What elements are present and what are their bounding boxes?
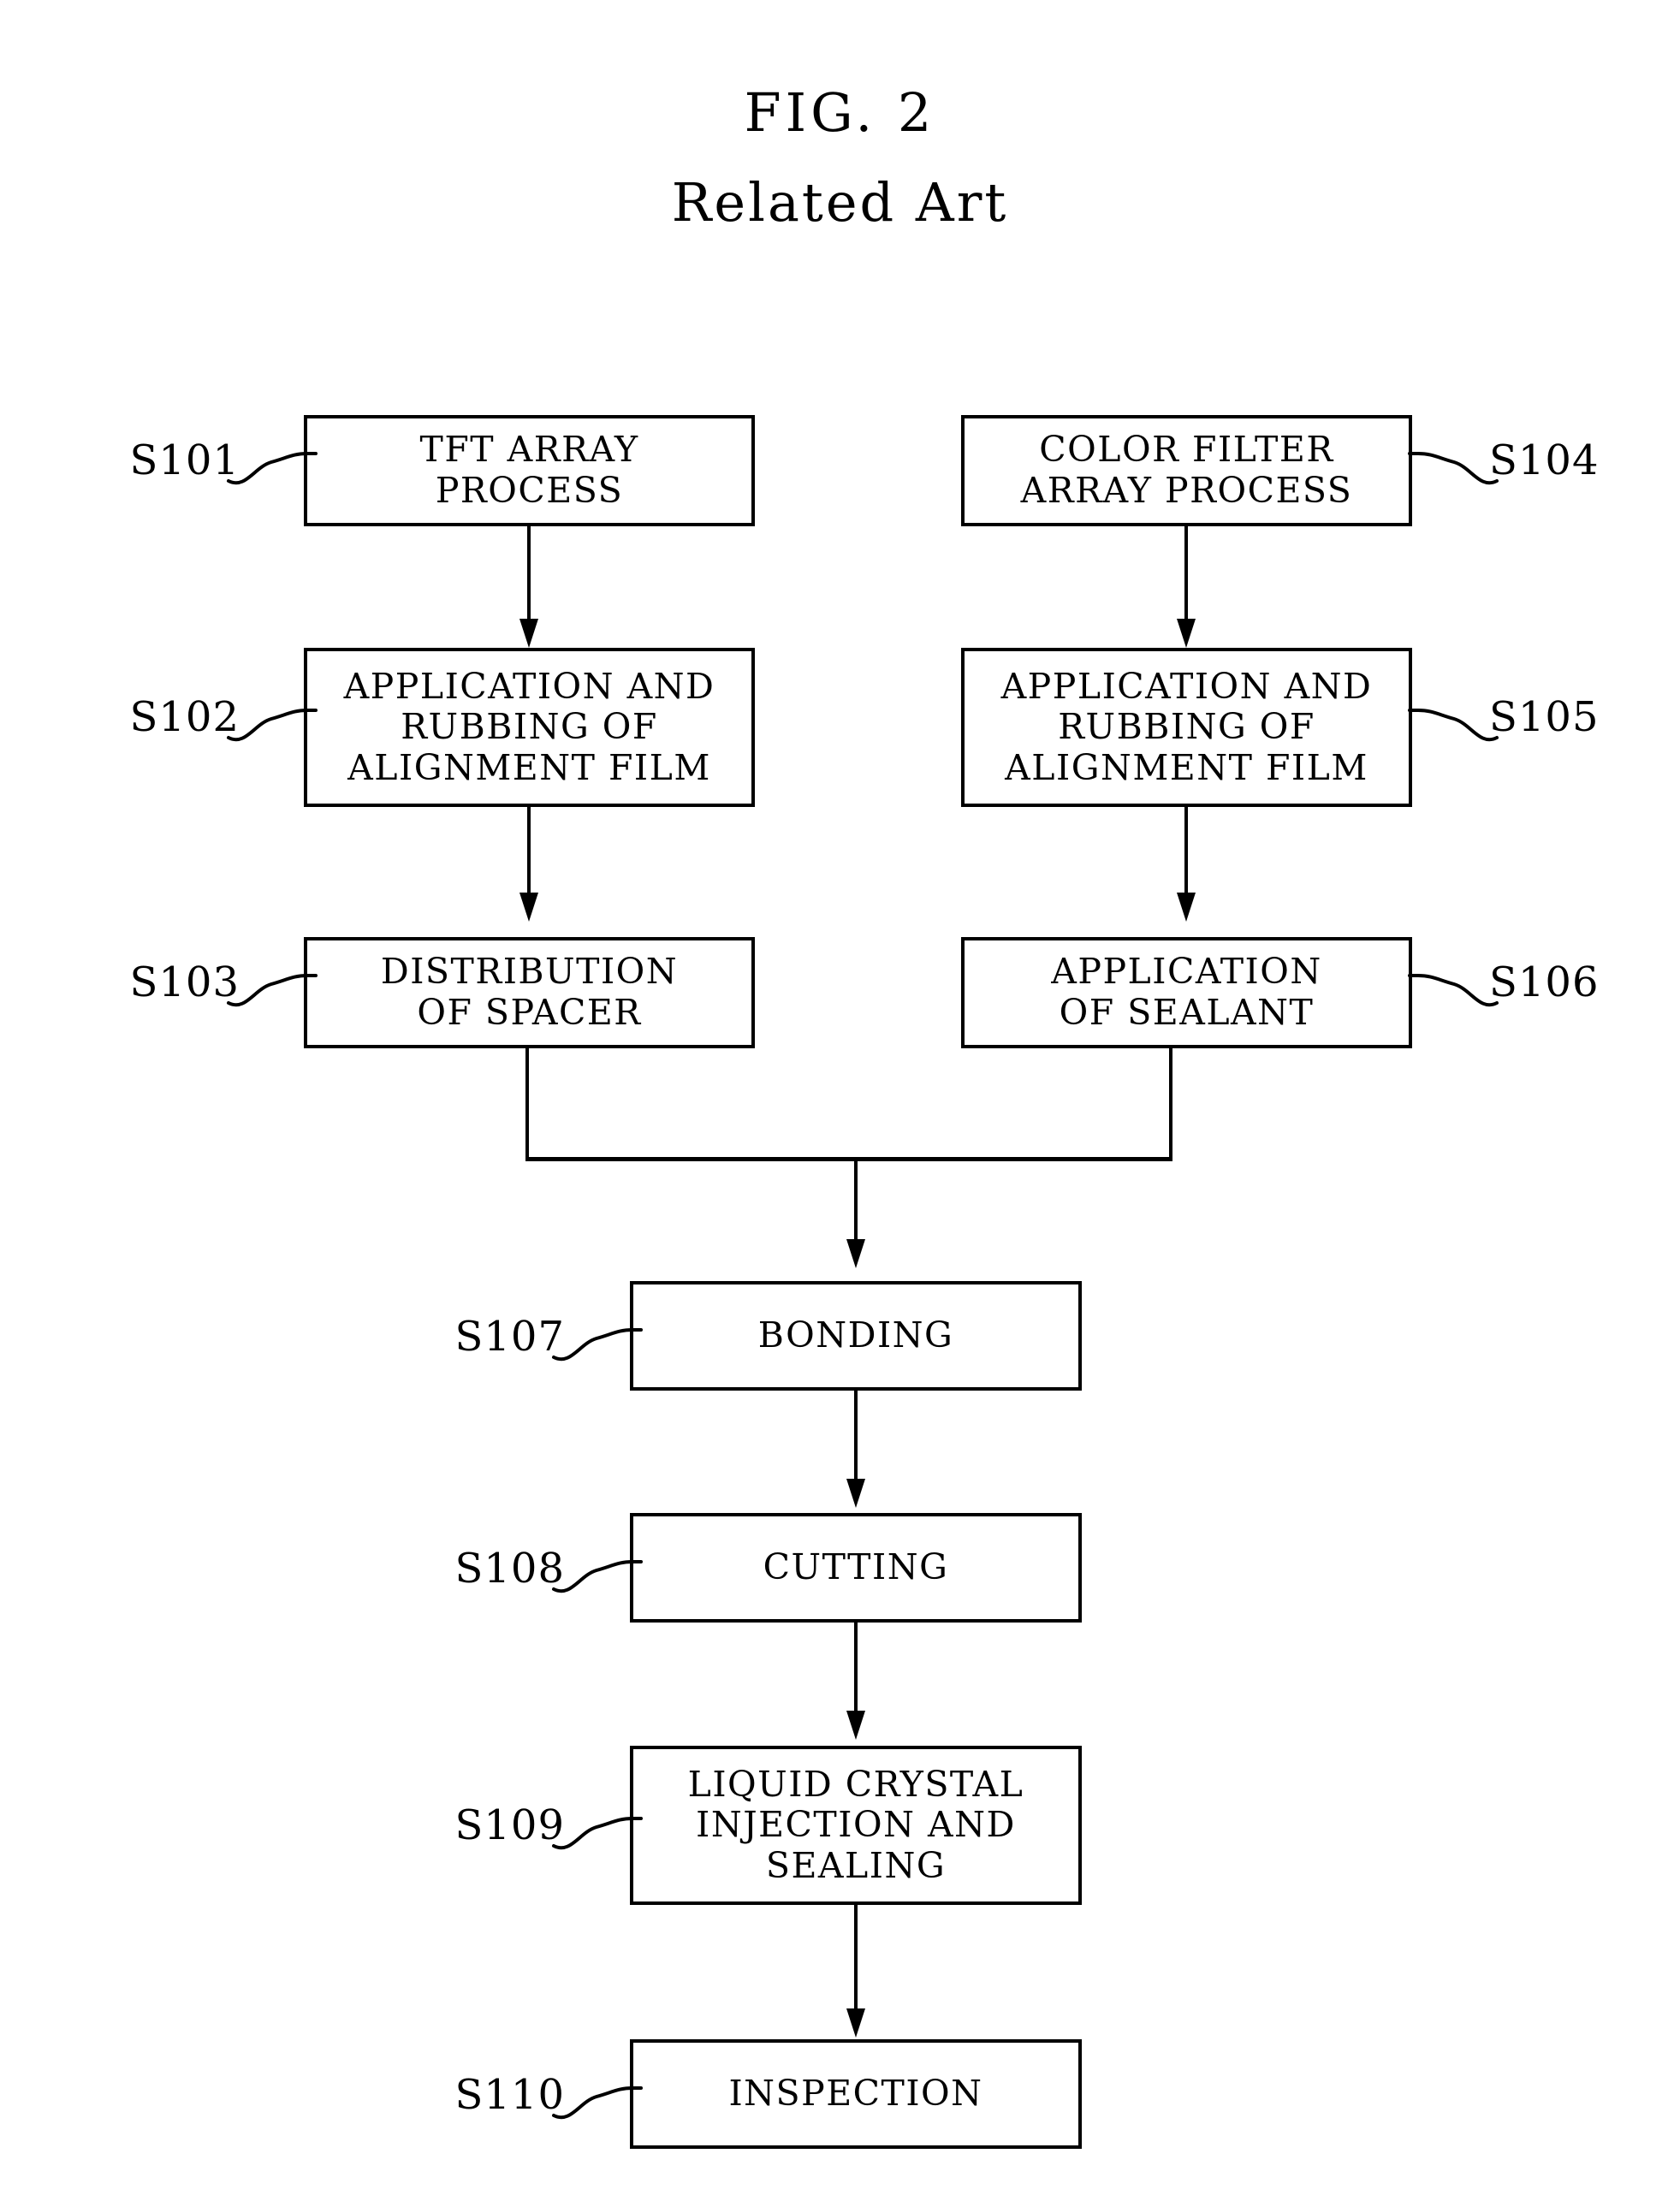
leader-line-s107 — [552, 1328, 643, 1362]
flow-arrowhead-s104-s105 — [1177, 619, 1196, 648]
process-box-s103-label: DISTRIBUTION OF SPACER — [380, 951, 679, 1033]
flow-arrowhead-s107-s108 — [846, 1479, 865, 1508]
leader-line-s101 — [227, 452, 318, 485]
process-box-s108-label: CUTTING — [763, 1546, 949, 1588]
step-ref-s101: S101 — [129, 436, 240, 484]
flow-arrowhead-s105-s106 — [1177, 893, 1196, 922]
process-box-s108: CUTTING — [630, 1513, 1082, 1623]
step-ref-s104: S104 — [1489, 436, 1600, 484]
step-ref-s109: S109 — [454, 1801, 565, 1849]
figure-page: FIG. 2 Related Art TFT ARRAY PROCESS S10… — [0, 0, 1680, 2207]
leader-line-s108 — [552, 1560, 643, 1593]
step-ref-s105: S105 — [1489, 693, 1600, 741]
step-ref-s110: S110 — [454, 2071, 565, 2119]
process-box-s105: APPLICATION AND RUBBING OF ALIGNMENT FIL… — [961, 648, 1412, 807]
process-box-s110-label: INSPECTION — [728, 2073, 983, 2115]
process-box-s101-label: TFT ARRAY PROCESS — [419, 429, 639, 511]
leader-line-s106 — [1408, 974, 1499, 1007]
flow-arrowhead-s109-s110 — [846, 2008, 865, 2038]
merge-drop-left — [525, 1048, 529, 1161]
figure-subtitle: Related Art — [671, 171, 1009, 234]
process-box-s106-label: APPLICATION OF SEALANT — [1051, 951, 1322, 1033]
figure-title: FIG. 2 — [744, 81, 936, 144]
flow-arrowhead-s101-s102 — [519, 619, 538, 648]
process-box-s109: LIQUID CRYSTAL INJECTION AND SEALING — [630, 1746, 1082, 1905]
step-ref-s106: S106 — [1489, 958, 1600, 1006]
process-box-s104-label: COLOR FILTER ARRAY PROCESS — [1020, 429, 1353, 511]
flow-arrowhead-merge-s107 — [846, 1239, 865, 1268]
flow-arrowhead-s108-s109 — [846, 1711, 865, 1740]
step-ref-s102: S102 — [129, 693, 240, 741]
process-box-s102: APPLICATION AND RUBBING OF ALIGNMENT FIL… — [304, 648, 755, 807]
process-box-s110: INSPECTION — [630, 2039, 1082, 2149]
process-box-s109-label: LIQUID CRYSTAL INJECTION AND SEALING — [687, 1763, 1024, 1886]
process-box-s107: BONDING — [630, 1281, 1082, 1391]
process-box-s101: TFT ARRAY PROCESS — [304, 415, 755, 526]
leader-line-s105 — [1408, 709, 1499, 742]
step-ref-s103: S103 — [129, 958, 240, 1006]
step-ref-s107: S107 — [454, 1313, 565, 1361]
leader-line-s104 — [1408, 452, 1499, 485]
process-box-s103: DISTRIBUTION OF SPACER — [304, 937, 755, 1048]
leader-line-s110 — [552, 2086, 643, 2120]
leader-line-s109 — [552, 1817, 643, 1850]
merge-bar — [525, 1157, 1172, 1161]
merge-drop-right — [1169, 1048, 1172, 1161]
leader-line-s102 — [227, 709, 318, 742]
process-box-s102-label: APPLICATION AND RUBBING OF ALIGNMENT FIL… — [343, 665, 715, 788]
process-box-s107-label: BONDING — [757, 1314, 954, 1356]
leader-line-s103 — [227, 974, 318, 1007]
process-box-s106: APPLICATION OF SEALANT — [961, 937, 1412, 1048]
flow-arrowhead-s102-s103 — [519, 893, 538, 922]
process-box-s105-label: APPLICATION AND RUBBING OF ALIGNMENT FIL… — [1000, 665, 1373, 788]
step-ref-s108: S108 — [454, 1545, 565, 1593]
process-box-s104: COLOR FILTER ARRAY PROCESS — [961, 415, 1412, 526]
